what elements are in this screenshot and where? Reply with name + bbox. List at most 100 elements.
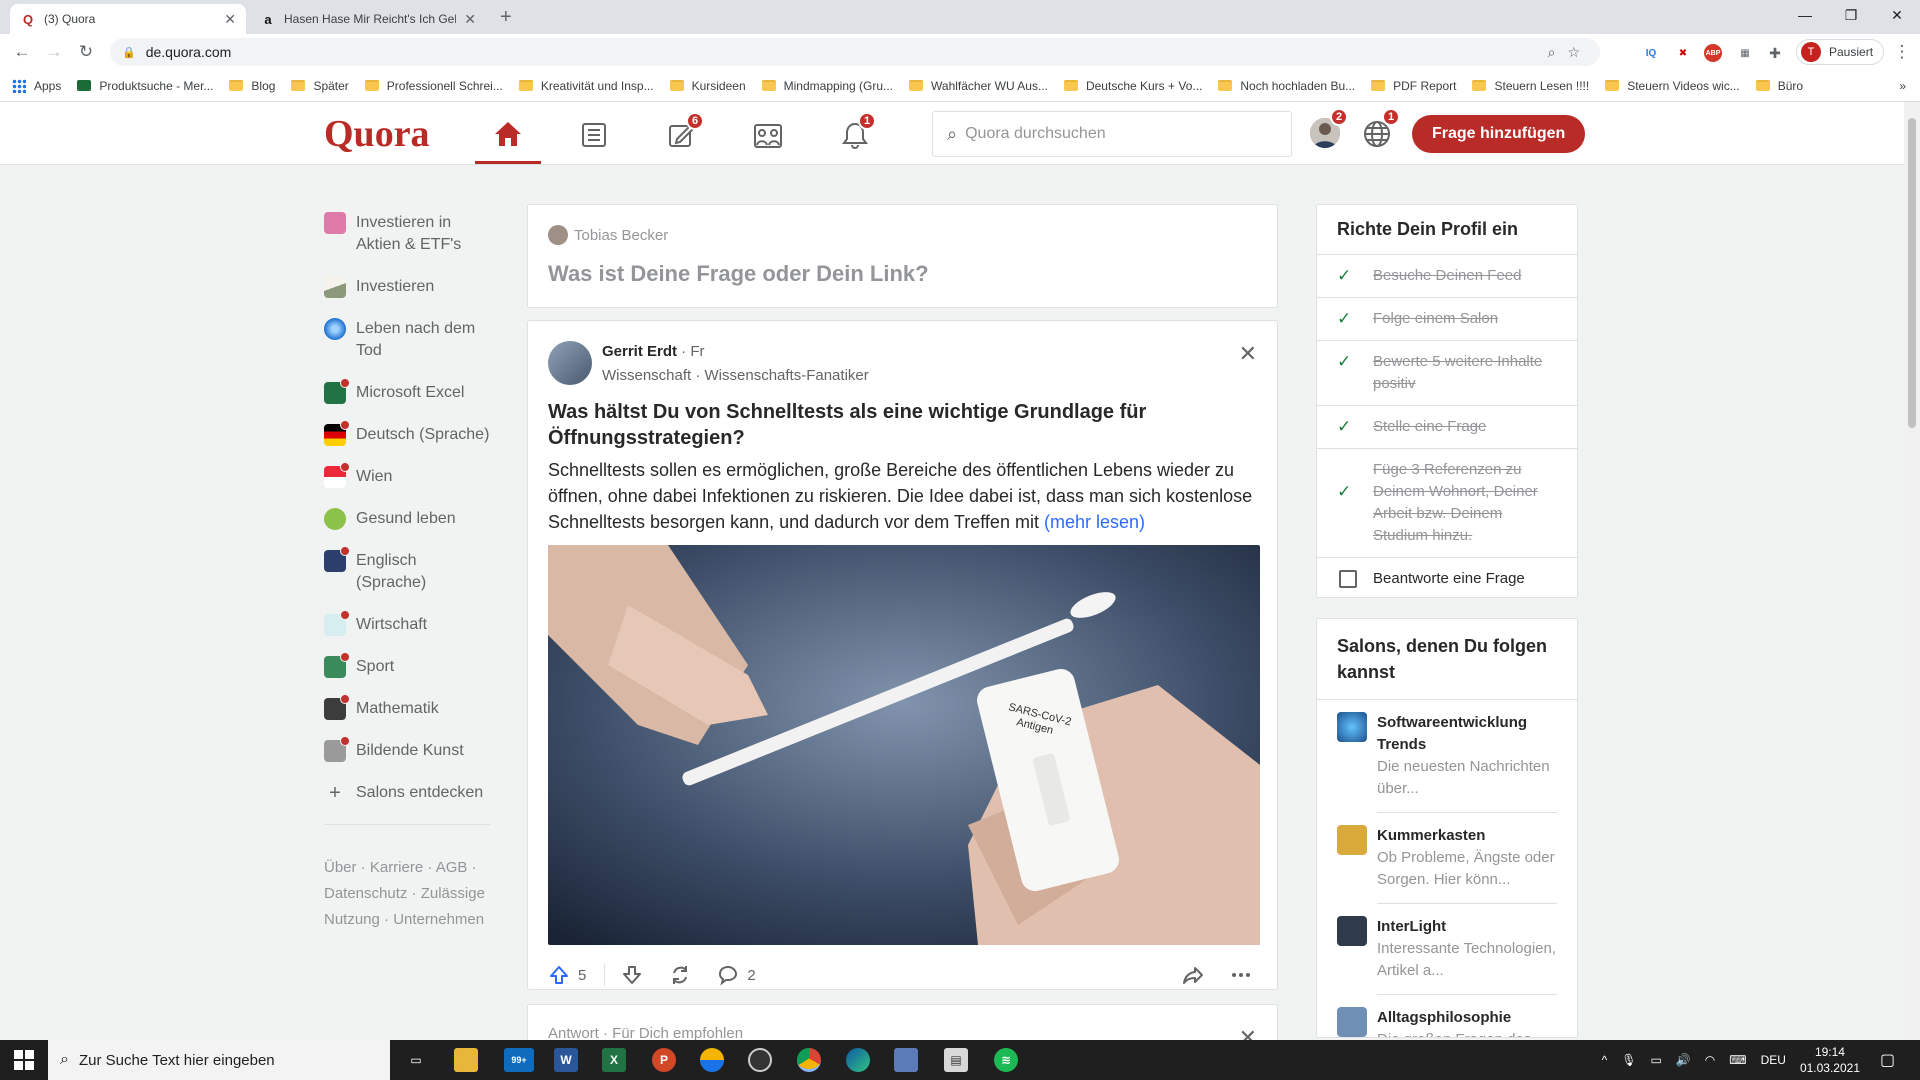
bookmark-item[interactable]: Deutsche Kurs + Vo... [1063, 79, 1202, 93]
network-icon[interactable]: ▭ [1650, 1053, 1661, 1067]
author-avatar[interactable] [548, 341, 592, 385]
adblock-icon[interactable]: ABP [1704, 44, 1722, 62]
setup-item[interactable]: ✓ Bewerte 5 weitere Inhalte positiv [1317, 341, 1577, 406]
salon-item[interactable]: InterLight Interessante Technologien, Art… [1317, 904, 1577, 994]
extension-icon[interactable]: ✖ [1674, 44, 1692, 62]
nav-following[interactable] [561, 106, 627, 164]
forward-icon[interactable]: → [44, 42, 64, 62]
restore-icon[interactable]: ❐ [1828, 0, 1874, 30]
comments-button[interactable]: 2 [717, 964, 756, 986]
quora-logo[interactable]: Quora [324, 112, 430, 156]
bookmark-item[interactable]: Mindmapping (Gru... [761, 79, 893, 93]
excel-icon[interactable]: X [602, 1048, 626, 1072]
checkbox[interactable] [1339, 570, 1357, 588]
iq-extension-icon[interactable]: IQ [1642, 44, 1660, 62]
menu-dots-icon[interactable]: ⋮ [1892, 42, 1912, 62]
bookmark-item[interactable]: Später [291, 79, 349, 93]
bookmark-item[interactable]: Kreativität und Insp... [518, 79, 654, 93]
sidebar-item[interactable]: Wien [324, 462, 490, 488]
clock[interactable]: 19:14 01.03.2021 [1800, 1044, 1860, 1076]
bookmark-item[interactable]: Professionell Schrei... [364, 79, 503, 93]
edge-icon[interactable] [846, 1048, 870, 1072]
profile-button[interactable]: T Pausiert [1796, 39, 1885, 65]
file-explorer-icon[interactable] [454, 1048, 478, 1072]
share-button[interactable] [1182, 964, 1212, 986]
bookmark-item[interactable]: Steuern Videos wic... [1605, 79, 1740, 93]
salon-item[interactable]: Kummerkasten Ob Probleme, Ängste oder Sor… [1317, 813, 1577, 903]
bookmark-apps[interactable]: Apps [12, 78, 61, 93]
post-title[interactable]: Was hältst Du von Schnelltests als eine … [548, 399, 1248, 451]
nav-answer[interactable]: 6 [648, 106, 714, 164]
sidebar-item[interactable]: Englisch (Sprache) [324, 546, 490, 594]
bookmarks-overflow[interactable]: » [1899, 79, 1906, 93]
keyboard-icon[interactable]: ⌨ [1729, 1053, 1746, 1067]
salon-item[interactable]: AlltagsphilosophieDie großen Fragen des.… [1317, 995, 1577, 1037]
input-language[interactable]: DEU [1761, 1053, 1786, 1067]
sidebar-item[interactable]: Bildende Kunst [324, 736, 490, 762]
ask-prompt[interactable]: Was ist Deine Frage oder Dein Link? [548, 261, 929, 287]
post-meta[interactable]: Wissenschaft · Wissenschafts-Fanatiker [602, 367, 869, 384]
discover-spaces-link[interactable]: + Salons entdecken [324, 782, 490, 804]
nav-home[interactable] [475, 106, 541, 164]
spotify-icon[interactable]: ≋ [994, 1048, 1018, 1072]
nav-spaces[interactable] [735, 106, 801, 164]
obs-icon[interactable] [748, 1048, 772, 1072]
tab-quora[interactable]: Q (3) Quora ✕ [10, 4, 246, 34]
microphone-icon[interactable]: 🎙 [1621, 1053, 1636, 1067]
read-more-link[interactable]: (mehr lesen) [1044, 512, 1145, 532]
upvote-button[interactable]: 5 [548, 964, 586, 986]
wifi-icon[interactable]: ◠ [1705, 1053, 1715, 1067]
reload-icon[interactable]: ↻ [76, 42, 96, 62]
tab-amazon[interactable]: a Hasen Hase Mir Reicht's Ich Geh ✕ [250, 4, 486, 34]
footer-links[interactable]: Über · Karriere · AGB · Datenschutz · Zu… [324, 855, 490, 933]
setup-item[interactable]: ✓ Stelle eine Frage [1317, 406, 1577, 449]
bookmark-item[interactable]: Noch hochladen Bu... [1218, 79, 1355, 93]
downvote-button[interactable] [604, 964, 651, 986]
page-scrollbar[interactable] [1904, 102, 1920, 1040]
app-icon[interactable] [700, 1048, 724, 1072]
sidebar-item[interactable]: Microsoft Excel [324, 378, 490, 404]
setup-item[interactable]: Beantworte eine Frage [1317, 558, 1577, 600]
sidebar-item[interactable]: Wirtschaft [324, 610, 490, 636]
scrollbar-thumb[interactable] [1908, 118, 1916, 428]
bookmark-item[interactable]: Blog [229, 79, 275, 93]
grid-extension-icon[interactable]: ▦ [1736, 44, 1754, 62]
sidebar-item[interactable]: Mathematik [324, 694, 490, 720]
share-repost-button[interactable] [669, 964, 699, 986]
salon-item[interactable]: Softwareentwicklung Trends Die neuesten N… [1317, 700, 1577, 812]
bookmark-star-icon[interactable]: ☆ [1567, 44, 1580, 61]
back-icon[interactable]: ← [12, 42, 32, 62]
sidebar-item[interactable]: Gesund leben [324, 508, 490, 530]
tray-chevron-icon[interactable]: ^ [1602, 1053, 1608, 1067]
task-view-icon[interactable]: ▭ [404, 1048, 428, 1072]
app-icon[interactable] [894, 1048, 918, 1072]
address-bar[interactable]: 🔒 de.quora.com ⌕ ☆ [110, 38, 1600, 66]
notifications-icon[interactable]: ▢ [1880, 1050, 1895, 1070]
powerpoint-icon[interactable]: P [652, 1048, 676, 1072]
puzzle-extensions-icon[interactable]: ✚ [1766, 44, 1784, 62]
setup-item[interactable]: ✓ Folge einem Salon [1317, 298, 1577, 341]
bookmark-item[interactable]: Produktsuche - Mer... [77, 79, 213, 93]
sidebar-item[interactable]: Sport [324, 652, 490, 678]
chrome-icon[interactable] [797, 1048, 821, 1072]
sidebar-item[interactable]: Deutsch (Sprache) [324, 420, 490, 446]
search-input[interactable] [965, 125, 1266, 143]
zoom-icon[interactable]: ⌕ [1548, 44, 1556, 61]
taskbar-search[interactable]: ⌕ Zur Suche Text hier eingeben [48, 1040, 390, 1080]
windows-start-icon[interactable] [14, 1050, 34, 1070]
bookmark-item[interactable]: Büro [1755, 79, 1803, 93]
sidebar-item[interactable]: Investieren [324, 276, 490, 298]
sidebar-item[interactable]: Investieren in Aktien & ETF's [324, 212, 490, 256]
setup-item[interactable]: ✓ Besuche Deinen Feed [1317, 255, 1577, 298]
mail-icon[interactable]: 99+ [504, 1048, 534, 1072]
setup-item[interactable]: ✓ Füge 3 Referenzen zu Deinem Wohnort, De… [1317, 449, 1577, 558]
dismiss-post-icon[interactable]: ✕ [1239, 341, 1257, 367]
bookmark-item[interactable]: Steuern Lesen !!!! [1472, 79, 1589, 93]
calculator-icon[interactable]: ▤ [944, 1048, 968, 1072]
bookmark-item[interactable]: PDF Report [1371, 79, 1456, 93]
nav-notifications[interactable]: 1 [822, 106, 888, 164]
sidebar-item[interactable]: Leben nach dem Tod [324, 318, 490, 362]
bookmark-item[interactable]: Kursideen [669, 79, 746, 93]
new-tab-button[interactable]: + [500, 6, 512, 29]
close-tab-icon[interactable]: ✕ [464, 11, 476, 28]
